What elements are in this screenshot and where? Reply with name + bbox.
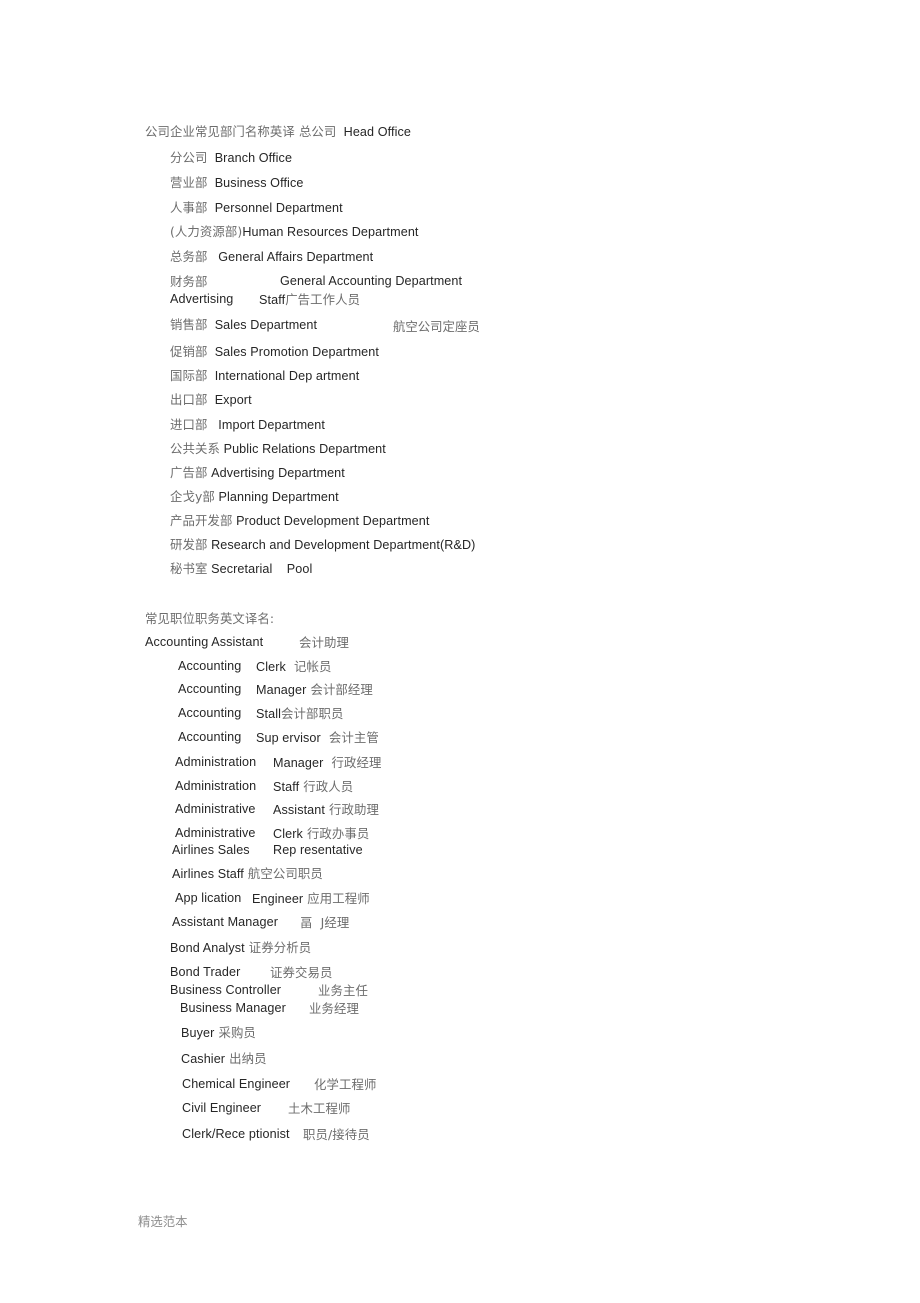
title-row-cn: 职员/接待员: [303, 1127, 370, 1142]
title-row-mid: Clerk 记帐员: [256, 659, 332, 674]
title-row-mid: Clerk 行政办事员: [273, 826, 370, 841]
department-row: 分公司 Branch Office: [170, 150, 293, 165]
title-row-cn: 会计助理: [299, 635, 349, 650]
title-row-cn: 业务主任: [318, 983, 368, 998]
title-row: Administration: [175, 779, 257, 793]
document-page: 公司企业常见部门名称英译 总公司 Head Office 分公司 Branch …: [0, 0, 920, 1303]
titles-heading: 常见职位职务英文译名:: [145, 611, 275, 626]
title-row: Bond Trader: [170, 965, 241, 979]
departments-heading-term-cn: 总公司: [298, 124, 337, 139]
department-row: 国际部 International Dep artment: [170, 368, 360, 383]
title-row: Assistant Manager: [172, 915, 278, 929]
title-row-mid: Manager 会计部经理: [256, 682, 373, 697]
title-row: Bond Analyst 证券分析员: [170, 940, 312, 955]
title-row-mid: Engineer 应用工程师: [252, 891, 370, 906]
title-row-mid: Staff 行政人员: [273, 779, 354, 794]
title-row: Administrative: [175, 826, 256, 840]
title-row: App lication: [175, 891, 242, 905]
department-row: 总务部 General Affairs Department: [170, 249, 374, 264]
title-row: Chemical Engineer: [182, 1077, 291, 1091]
title-row-cn: 业务经理: [309, 1001, 359, 1016]
title-row: Accounting: [178, 706, 242, 720]
title-row: Accounting: [178, 682, 242, 696]
title-row-mid: Sup ervisor 会计主管: [256, 730, 379, 745]
department-row: 促销部 Sales Promotion Department: [170, 344, 379, 359]
department-row: Advertising: [170, 292, 234, 306]
title-row-mid: Assistant 行政助理: [273, 802, 380, 817]
title-row-mid: Manager 行政经理: [273, 755, 382, 770]
title-row: Accounting Assistant: [145, 635, 264, 649]
title-row: Buyer 采购员: [181, 1025, 256, 1040]
department-row: 出口部 Export: [170, 392, 252, 407]
department-row-extra: Staff广告工作人员: [259, 292, 361, 307]
department-row: 营业部 Business Office: [170, 175, 304, 190]
title-row-cn: 化学工程师: [314, 1077, 377, 1092]
department-row: 财务部: [170, 274, 208, 289]
department-row: 产品开发部 Product Development Department: [170, 513, 430, 528]
title-row-cn: 证券交易员: [270, 965, 333, 980]
title-row: Airlines Staff 航空公司职员: [172, 866, 323, 881]
title-row: Business Controller: [170, 983, 282, 997]
title-row: Business Manager: [180, 1001, 286, 1015]
title-row: Clerk/Rece ptionist: [182, 1127, 290, 1141]
departments-heading-term-en: Head Office: [343, 125, 411, 139]
departments-heading-cn: 公司企业常见部门名称英译: [145, 124, 295, 139]
department-row: 研发部 Research and Development Department(…: [170, 537, 476, 552]
department-row: 销售部 Sales Department: [170, 317, 318, 332]
airline-booking-clerk-note: 航空公司定座员: [393, 319, 480, 334]
title-row: Administration: [175, 755, 257, 769]
title-row-cn: 畐 J经理: [300, 915, 350, 930]
department-row: (人力资源部)Human Resources Department: [170, 224, 419, 239]
title-row-cn: 土木工程师: [288, 1101, 351, 1116]
department-row: 企戈y部 Planning Department: [170, 489, 339, 504]
title-row: Airlines Sales: [172, 843, 250, 857]
title-row: Accounting: [178, 730, 242, 744]
title-row: Administrative: [175, 802, 256, 816]
title-row: Cashier 出纳员: [181, 1051, 267, 1066]
departments-heading: 公司企业常见部门名称英译 总公司 Head Office: [145, 124, 411, 140]
department-row: 进口部 Import Department: [170, 417, 325, 432]
department-row: 广告部 Advertising Department: [170, 465, 345, 480]
title-row: Accounting: [178, 659, 242, 673]
department-row-en: General Accounting Department: [280, 274, 463, 288]
title-row-mid: Rep resentative: [273, 843, 363, 857]
department-row: 秘书室 Secretarial Pool: [170, 561, 313, 576]
department-row: 公共关系 Public Relations Department: [170, 441, 386, 456]
title-row: Civil Engineer: [182, 1101, 262, 1115]
page-footer: 精选范本: [138, 1214, 188, 1229]
title-row-mid: Stall会计部职员: [256, 706, 344, 721]
department-row: 人事部 Personnel Department: [170, 200, 343, 215]
